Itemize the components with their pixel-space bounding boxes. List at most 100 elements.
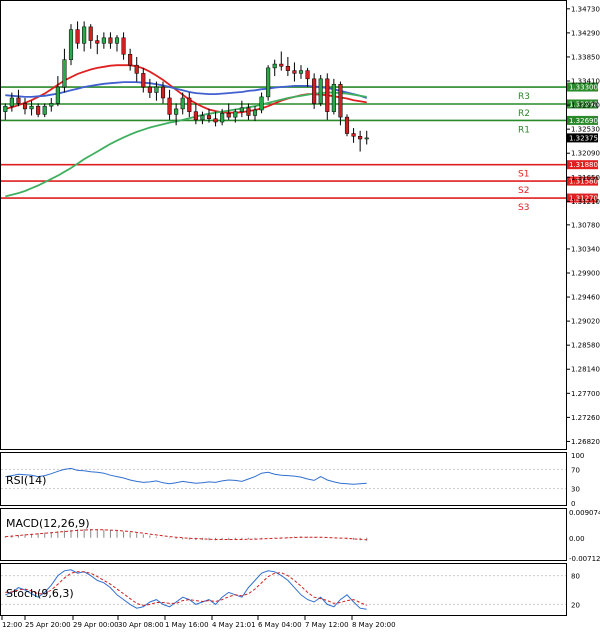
price-axis: 1.34730 1.34290 1.33850 1.33410 1.32970 1.325…	[566, 5, 600, 446]
chart-canvas: 1.33300R31.32990R21.32690R11.31880S11.31…	[0, 0, 600, 629]
macd-tick-label: -0.007124	[569, 555, 600, 563]
candle-body	[305, 70, 310, 80]
candle-body	[49, 103, 54, 107]
rsi-pane	[0, 452, 567, 506]
candle-body	[364, 137, 369, 140]
candle-body	[62, 59, 67, 88]
candle-body	[121, 37, 126, 55]
level-label-s2: S2	[518, 186, 529, 196]
candle-body	[141, 73, 146, 88]
candle-body	[331, 84, 336, 112]
candle-body	[358, 136, 363, 140]
time-tick-label: 6 May 04:00	[258, 621, 302, 629]
candle	[68, 24, 74, 66]
price-tick-label: 1.31650	[571, 174, 600, 182]
price-tick-label: 1.32530	[571, 126, 600, 134]
candle-body	[22, 103, 28, 110]
price-tick-label: 1.29460	[571, 294, 600, 302]
candle	[318, 75, 323, 107]
candle-body	[193, 111, 198, 121]
candle	[312, 73, 317, 109]
candle-body	[312, 78, 317, 104]
candle-body	[220, 113, 225, 123]
candle-body	[147, 86, 152, 93]
candle-body	[351, 133, 356, 137]
candle-body	[266, 67, 271, 98]
stoch-tick-label: 20	[571, 601, 580, 609]
candle-body	[246, 107, 251, 116]
candle-body	[318, 78, 323, 104]
candle-body	[128, 53, 133, 66]
macd-tick-label: 0.00	[569, 535, 585, 543]
candle-body	[134, 64, 139, 74]
price-tick-label: 1.34730	[571, 5, 600, 13]
candle-body	[259, 96, 264, 111]
candle-body	[29, 105, 34, 110]
candle	[266, 65, 271, 101]
rsi-tick-label: 70	[571, 466, 580, 474]
price-tick-label: 1.29020	[571, 318, 600, 326]
candle-body	[344, 116, 350, 134]
candle-body	[325, 78, 330, 112]
candle-body	[298, 70, 304, 74]
candle-body	[16, 97, 21, 104]
time-tick-label: 29 Apr 00:00	[73, 621, 119, 629]
price-pane	[0, 0, 567, 450]
time-tick-label: 25 Apr 20:00	[25, 621, 71, 629]
rsi-tick-label: 30	[571, 486, 580, 494]
stoch-pane	[0, 563, 567, 616]
price-tick-label: 1.27260	[571, 414, 600, 422]
price-tick-label: 1.33410	[571, 78, 600, 86]
candle	[331, 78, 336, 115]
time-tick-label: 4 May 21:01	[212, 621, 256, 629]
candle-body	[200, 115, 205, 121]
price-tick-label: 1.28140	[571, 366, 600, 374]
candle-body	[95, 40, 100, 44]
price-tick-label: 1.29900	[571, 269, 600, 277]
price-tick-label: 1.28580	[571, 342, 600, 350]
candle-body	[292, 70, 297, 74]
candle-body	[272, 63, 277, 69]
candle-body	[187, 97, 192, 112]
candle-body	[88, 26, 93, 41]
time-tick-label: 1 May 16:00	[165, 621, 209, 629]
level-label-r3: R3	[518, 92, 530, 102]
rsi-label: RSI(14)	[6, 474, 46, 487]
candle-body	[180, 97, 185, 110]
candle-body	[174, 108, 179, 115]
candle-body	[75, 29, 80, 44]
macd-label: MACD(12,26,9)	[6, 517, 90, 530]
price-tick-label: 1.32970	[571, 102, 600, 110]
candle-body	[3, 105, 8, 112]
candle-body	[114, 37, 120, 44]
candle-body	[55, 86, 60, 104]
level-label-r1: R1	[518, 125, 530, 135]
candle-body	[233, 111, 238, 118]
candle-body	[108, 37, 113, 44]
price-tick-label: 1.30340	[571, 245, 600, 253]
candle-body	[213, 118, 218, 123]
time-tick-label: 7 May 12:00	[305, 621, 349, 629]
macd-tick-label: 0.009074	[569, 509, 600, 517]
stoch-tick-label: 80	[571, 573, 580, 581]
candle-body	[252, 109, 258, 116]
time-axis: 12:00 25 Apr 20:00 29 Apr 00:00 30 Apr 08:0…	[1, 616, 396, 629]
price-tick-label: 1.26820	[571, 438, 600, 446]
level-price-tag-label: 1.32690	[569, 117, 598, 125]
candle-body	[160, 86, 166, 99]
candle-body	[239, 107, 244, 112]
candle-body	[285, 66, 290, 71]
candle-body	[226, 113, 231, 118]
candle-body	[82, 26, 87, 44]
price-tick-label: 1.30780	[571, 221, 600, 229]
price-tick-label: 1.31210	[571, 198, 600, 206]
forex-chart: 1.33300 R3 1.32990 R2 1.32690 R1 1.31880 S1 1.31…	[0, 0, 600, 631]
price-tick-label: 1.34290	[571, 29, 600, 37]
time-tick-label: 30 Apr 08:00	[118, 621, 164, 629]
candle-body	[101, 37, 106, 44]
rsi-tick-label: 100	[571, 452, 584, 460]
candle-body	[9, 97, 14, 107]
candle-body	[279, 63, 284, 67]
price-tick-label: 1.33850	[571, 53, 600, 61]
price-tick-label: 1.27700	[571, 390, 600, 398]
